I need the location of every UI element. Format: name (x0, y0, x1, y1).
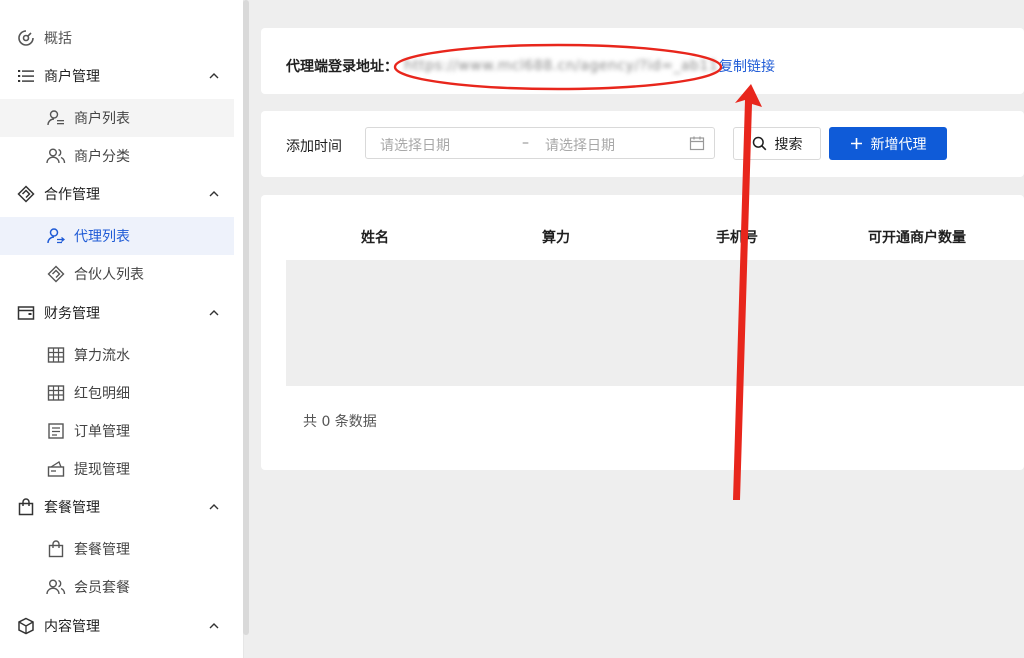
sidebar-item-label: 商户分类 (74, 149, 130, 165)
sidebar-group-label: 合作管理 (44, 187, 100, 203)
sidebar-scrollbar[interactable] (243, 0, 249, 635)
cube-icon (16, 616, 36, 636)
sidebar-item-label: 合伙人列表 (74, 267, 144, 283)
login-url-label: 代理端登录地址： (286, 59, 398, 75)
chevron-up-icon (209, 504, 219, 510)
chevron-up-icon (209, 191, 219, 197)
start-date-input[interactable]: 请选择日期 (380, 135, 450, 155)
sidebar-item-label: 红包明细 (74, 386, 130, 402)
chevron-up-icon (209, 623, 219, 629)
sidebar-group-finance[interactable]: 财务管理 (0, 294, 234, 332)
total-count: 共 0 条数据 (303, 414, 377, 430)
sidebar-item-label: 代理列表 (74, 229, 130, 245)
users-icon (46, 146, 66, 166)
column-header-merchant-quota: 可开通商户数量 (868, 230, 966, 246)
sidebar: 概括 商户管理 商户列表 商户分类 合作管理 代理列表 合伙人列表 财务管理 算… (0, 0, 244, 658)
sidebar-group-label: 商户管理 (44, 69, 100, 85)
list-icon (16, 66, 36, 86)
column-header-phone: 手机号 (716, 230, 758, 246)
date-range-picker[interactable]: 请选择日期 – 请选择日期 (365, 127, 715, 159)
sidebar-item-compute-flow[interactable]: 算力流水 (0, 336, 234, 374)
chevron-up-icon (209, 310, 219, 316)
sidebar-group-package[interactable]: 套餐管理 (0, 488, 234, 526)
sidebar-item-partner-list[interactable]: 合伙人列表 (0, 255, 234, 293)
add-agent-button-label: 新增代理 (870, 136, 927, 153)
column-header-compute: 算力 (542, 230, 570, 246)
sidebar-item-package-management[interactable]: 套餐管理 (0, 530, 234, 568)
sidebar-group-label: 套餐管理 (44, 500, 100, 516)
sidebar-item-red-packet[interactable]: 红包明细 (0, 374, 234, 412)
sidebar-group-content[interactable]: 内容管理 (0, 607, 234, 645)
handshake-icon (46, 264, 66, 284)
sidebar-group-label: 财务管理 (44, 306, 100, 322)
user-agent-icon (46, 226, 66, 246)
document-icon (46, 421, 66, 441)
bag-icon (46, 539, 66, 559)
date-range-separator: – (522, 135, 529, 151)
sidebar-item-order-management[interactable]: 订单管理 (0, 412, 234, 450)
sidebar-group-merchant[interactable]: 商户管理 (0, 57, 234, 95)
sidebar-item-label: 会员套餐 (74, 580, 130, 596)
bag-icon (16, 497, 36, 517)
plus-icon (850, 138, 862, 149)
table-empty-body (286, 260, 1024, 386)
withdraw-icon (46, 459, 66, 479)
table-icon (46, 383, 66, 403)
sidebar-item-label: 商户列表 (74, 111, 130, 127)
sidebar-item-withdraw-management[interactable]: 提现管理 (0, 450, 234, 488)
search-button-label: 搜索 (774, 136, 803, 153)
sidebar-item-label: 订单管理 (74, 424, 130, 440)
sidebar-group-label: 概括 (44, 31, 72, 47)
dashboard-icon (16, 28, 36, 48)
sidebar-item-member-package[interactable]: 会员套餐 (0, 568, 234, 606)
filter-card: 添加时间 请选择日期 – 请选择日期 搜索 新增代理 (261, 111, 1024, 177)
sidebar-item-label: 套餐管理 (74, 542, 130, 558)
sidebar-item-label: 提现管理 (74, 462, 130, 478)
copy-link-button[interactable]: 复制链接 (719, 56, 775, 76)
add-time-label: 添加时间 (286, 139, 342, 155)
login-url-value: https://www.mcl688.cn/agency/?id=_ab11 (404, 58, 719, 74)
end-date-input[interactable]: 请选择日期 (545, 135, 615, 155)
sidebar-group-label: 内容管理 (44, 619, 100, 635)
search-button[interactable]: 搜索 (733, 127, 821, 160)
sidebar-group-cooperation[interactable]: 合作管理 (0, 175, 234, 213)
column-header-name: 姓名 (361, 230, 389, 246)
sidebar-item-agent-list[interactable]: 代理列表 (0, 217, 234, 255)
calendar-icon (689, 136, 705, 151)
sidebar-group-overview[interactable]: 概括 (0, 19, 234, 57)
table-header: 姓名 算力 手机号 可开通商户数量 (261, 195, 1024, 259)
sidebar-item-label: 算力流水 (74, 348, 130, 364)
handshake-icon (16, 184, 36, 204)
add-agent-button[interactable]: 新增代理 (829, 127, 947, 160)
users-icon (46, 577, 66, 597)
agent-table-card: 姓名 算力 手机号 可开通商户数量 共 0 条数据 (261, 195, 1024, 470)
login-url-card: 代理端登录地址： https://www.mcl688.cn/agency/?i… (261, 28, 1024, 94)
sidebar-item-merchant-category[interactable]: 商户分类 (0, 137, 234, 175)
search-icon (752, 136, 766, 151)
table-icon (46, 345, 66, 365)
chevron-up-icon (209, 73, 219, 79)
sidebar-item-merchant-list[interactable]: 商户列表 (0, 99, 234, 137)
user-list-icon (46, 108, 66, 128)
wallet-icon (16, 303, 36, 323)
